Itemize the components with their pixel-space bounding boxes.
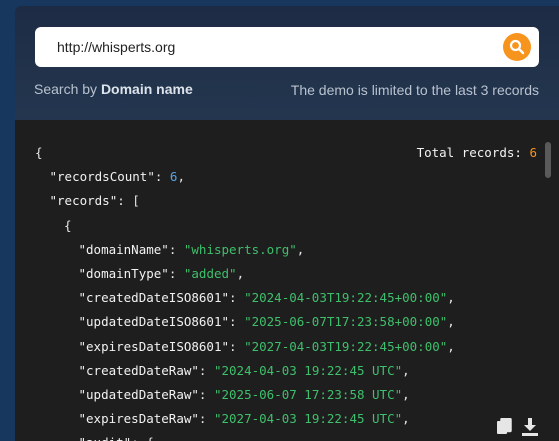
json-key: "domainType" xyxy=(78,266,169,281)
json-key: "recordsCount" xyxy=(49,169,155,185)
json-string: "2025-06-07T17:23:58+00:00" xyxy=(244,314,448,330)
json-key: "expiresDateRaw" xyxy=(78,411,199,427)
json-punct: , xyxy=(296,241,305,257)
json-string: "2024-04-03 19:22:45 UTC" xyxy=(213,362,403,378)
json-line: "createdDateRaw": "2024-04-03 19:22:45 U… xyxy=(79,362,410,380)
total-records-label: Total records: xyxy=(416,145,522,160)
json-punct: , xyxy=(236,266,245,281)
json-string: "2025-06-07 17:23:58 UTC" xyxy=(213,387,403,402)
json-result-viewer: { "recordsCount": 6, "records": [ { "domainN… xyxy=(15,120,559,441)
json-punct: : [ xyxy=(117,193,140,209)
json-punct: , xyxy=(177,169,185,185)
download-icon[interactable] xyxy=(522,418,538,436)
json-string: "added" xyxy=(183,266,237,281)
json-string: "whisperts.org" xyxy=(183,241,297,257)
json-punct: , xyxy=(402,387,410,402)
json-key: "createdDateISO8601" xyxy=(78,290,230,306)
json-line: "updatedDateISO8601": "2025-06-07T17:23:… xyxy=(79,313,455,331)
json-punct: : { xyxy=(131,435,154,441)
json-string: "2024-04-03T19:22:45+00:00" xyxy=(244,290,448,306)
json-line: "domainName": "whisperts.org", xyxy=(79,241,305,259)
json-line: "audit": { xyxy=(79,434,154,441)
json-key: "updatedDateISO8601" xyxy=(78,314,230,330)
whois-demo-panel: Search by Domain name The demo is limite… xyxy=(15,6,559,441)
json-key: "audit" xyxy=(79,435,132,441)
scrollbar[interactable] xyxy=(545,142,551,178)
json-punct: , xyxy=(447,314,455,330)
json-line: { xyxy=(64,217,72,235)
json-key: "updatedDateRaw" xyxy=(78,387,199,402)
total-records-count: 6 xyxy=(529,145,537,160)
json-punct: , xyxy=(402,411,410,427)
json-punct: , xyxy=(402,362,410,378)
json-key: "createdDateRaw" xyxy=(78,362,199,378)
search-button[interactable] xyxy=(503,33,531,61)
json-punct: : xyxy=(168,266,184,281)
json-line: "recordsCount": 6, xyxy=(50,168,185,186)
json-punct: : xyxy=(198,362,214,378)
json-punct: : xyxy=(229,338,245,354)
json-line: "updatedDateRaw": "2025-06-07 17:23:58 U… xyxy=(79,386,410,404)
total-records: Total records: 6 xyxy=(417,144,537,162)
search-area: Search by Domain name The demo is limite… xyxy=(15,6,559,120)
json-line: "domainType": "added", xyxy=(79,265,245,283)
json-key: "expiresDateISO8601" xyxy=(78,338,230,354)
copy-icon[interactable] xyxy=(496,418,512,436)
domain-search-input[interactable] xyxy=(57,37,477,57)
json-line: { xyxy=(35,144,43,162)
json-key: "records" xyxy=(49,193,118,209)
demo-limit-note: The demo is limited to the last 3 record… xyxy=(290,82,539,98)
json-punct: : xyxy=(168,241,184,257)
json-punct: : xyxy=(154,169,170,185)
search-by-hint: Search by Domain name xyxy=(34,81,193,97)
json-punct: { xyxy=(64,217,72,233)
json-key: "domainName" xyxy=(78,241,169,257)
search-by-prefix: Search by xyxy=(34,81,98,97)
search-by-mode: Domain name xyxy=(100,81,193,97)
json-punct: , xyxy=(447,338,455,354)
json-line: "expiresDateISO8601": "2027-04-03T19:22:… xyxy=(79,338,455,356)
json-punct: , xyxy=(447,290,455,306)
json-punct: { xyxy=(35,145,43,160)
json-punct: : xyxy=(229,314,245,330)
search-box xyxy=(35,27,539,67)
json-punct: : xyxy=(198,411,214,427)
json-punct: : xyxy=(198,387,214,402)
json-line: "records": [ xyxy=(50,192,140,210)
json-punct: : xyxy=(229,290,245,306)
json-string: "2027-04-03T19:22:45+00:00" xyxy=(244,338,448,354)
json-string: "2027-04-03 19:22:45 UTC" xyxy=(213,411,403,427)
search-icon xyxy=(509,39,525,55)
json-line: "createdDateISO8601": "2024-04-03T19:22:… xyxy=(79,289,455,307)
json-line: "expiresDateRaw": "2027-04-03 19:22:45 U… xyxy=(79,410,410,428)
